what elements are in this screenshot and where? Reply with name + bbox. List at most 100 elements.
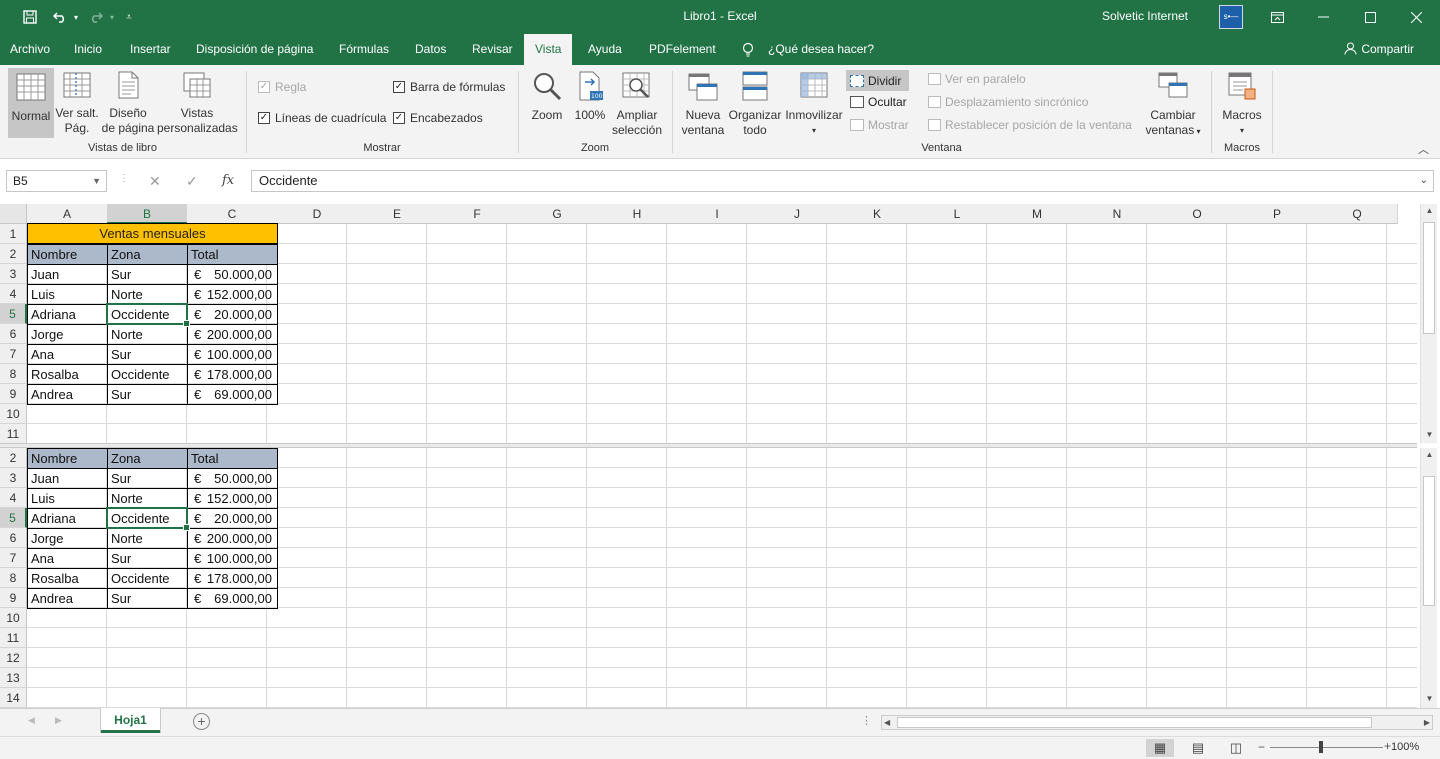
- table-header-cell[interactable]: Nombre: [27, 448, 108, 468]
- zone-cell[interactable]: Norte: [107, 528, 187, 548]
- scroll-thumb[interactable]: [897, 717, 1372, 728]
- total-cell[interactable]: €200.000,00: [187, 528, 278, 548]
- headings-checkbox[interactable]: ✓ Encabezados: [393, 111, 483, 125]
- name-cell[interactable]: Juan: [27, 468, 107, 488]
- drag-handle-icon[interactable]: ⋮: [119, 173, 129, 184]
- name-cell[interactable]: Ana: [27, 548, 107, 568]
- total-cell[interactable]: €100.000,00: [187, 344, 278, 364]
- column-header-m[interactable]: M: [997, 204, 1078, 224]
- macros-button[interactable]: Macros ▾: [1218, 70, 1266, 138]
- zone-cell[interactable]: Norte: [107, 324, 187, 344]
- split-button[interactable]: Dividir: [846, 70, 909, 91]
- scroll-thumb[interactable]: [1423, 476, 1435, 606]
- row-header-9[interactable]: 9: [0, 384, 27, 404]
- scroll-thumb[interactable]: [1423, 222, 1435, 334]
- zone-cell[interactable]: Sur: [107, 344, 187, 364]
- zone-cell[interactable]: Sur: [107, 264, 187, 284]
- row-header-4[interactable]: 4: [0, 284, 27, 304]
- bottom-vertical-scrollbar[interactable]: ▲ ▼: [1420, 448, 1437, 708]
- row-header-5[interactable]: 5: [0, 508, 27, 528]
- total-cell[interactable]: €50.000,00: [187, 264, 278, 284]
- name-cell[interactable]: Andrea: [27, 588, 107, 608]
- close-icon[interactable]: [1393, 0, 1439, 34]
- row-header-10[interactable]: 10: [0, 404, 27, 424]
- row-header-1[interactable]: 1: [0, 224, 27, 244]
- page-layout-button[interactable]: Diseño de página: [100, 70, 156, 136]
- enter-icon[interactable]: ✓: [186, 173, 198, 190]
- row-header-11[interactable]: 11: [0, 424, 27, 444]
- scroll-right-icon[interactable]: ▶: [1424, 716, 1430, 729]
- zoom-100-button[interactable]: 100 100%: [572, 70, 608, 123]
- tab-formulas[interactable]: Fórmulas: [337, 34, 391, 65]
- zoom-percentage[interactable]: 100%: [1391, 741, 1419, 753]
- total-cell[interactable]: €69.000,00: [187, 384, 278, 404]
- column-header-j[interactable]: J: [757, 204, 838, 224]
- table-header-cell[interactable]: Nombre: [27, 244, 108, 264]
- sync-scroll-button[interactable]: Desplazamiento sincrónico: [928, 95, 1088, 109]
- row-header-12[interactable]: 12: [0, 648, 27, 668]
- name-cell[interactable]: Andrea: [27, 384, 107, 404]
- maximize-icon[interactable]: [1347, 0, 1393, 34]
- hide-window-button[interactable]: Ocultar: [850, 95, 907, 109]
- zone-cell[interactable]: Occidente: [107, 364, 187, 384]
- page-break-status-icon[interactable]: ◫: [1222, 739, 1250, 757]
- zone-cell[interactable]: Sur: [107, 384, 187, 404]
- normal-view-status-icon[interactable]: ▦: [1146, 739, 1174, 757]
- column-header-h[interactable]: H: [597, 204, 678, 224]
- row-header-9[interactable]: 9: [0, 588, 27, 608]
- column-header-k[interactable]: K: [837, 204, 918, 224]
- name-cell[interactable]: Rosalba: [27, 568, 107, 588]
- zoom-slider-track[interactable]: [1270, 747, 1383, 748]
- unhide-window-button[interactable]: Mostrar: [850, 118, 909, 132]
- insert-function-icon[interactable]: fx: [222, 173, 234, 188]
- row-header-8[interactable]: 8: [0, 568, 27, 588]
- new-window-button[interactable]: Nueva ventana: [680, 70, 726, 138]
- column-header-l[interactable]: L: [917, 204, 998, 224]
- tab-insertar[interactable]: Insertar: [128, 34, 173, 65]
- name-cell[interactable]: Luis: [27, 284, 107, 304]
- name-cell[interactable]: Luis: [27, 488, 107, 508]
- zone-cell[interactable]: Sur: [107, 548, 187, 568]
- row-header-3[interactable]: 3: [0, 264, 27, 284]
- switch-windows-button[interactable]: Cambiar ventanas ▾: [1142, 70, 1204, 139]
- table-header-cell[interactable]: Total: [187, 448, 278, 468]
- column-header-e[interactable]: E: [357, 204, 438, 224]
- custom-views-button[interactable]: Vistas personalizadas: [157, 70, 238, 136]
- tab-pdfelement[interactable]: PDFelement: [647, 34, 718, 65]
- column-header-a[interactable]: A: [27, 204, 108, 224]
- column-header-i[interactable]: I: [677, 204, 758, 224]
- add-sheet-icon[interactable]: +: [193, 713, 210, 730]
- zone-cell[interactable]: Sur: [107, 588, 187, 608]
- name-cell[interactable]: Rosalba: [27, 364, 107, 384]
- normal-view-button[interactable]: Normal: [8, 68, 54, 138]
- total-cell[interactable]: €152.000,00: [187, 284, 278, 304]
- zone-cell[interactable]: Norte: [107, 488, 187, 508]
- formula-input[interactable]: Occidente ⌄: [251, 170, 1434, 192]
- expand-formula-bar-icon[interactable]: ⌄: [1420, 171, 1428, 191]
- row-header-10[interactable]: 10: [0, 608, 27, 628]
- row-header-2[interactable]: 2: [0, 448, 27, 468]
- total-cell[interactable]: €200.000,00: [187, 324, 278, 344]
- zoom-slider-thumb[interactable]: [1319, 741, 1323, 753]
- name-cell[interactable]: Ana: [27, 344, 107, 364]
- horizontal-scrollbar[interactable]: ◀ ▶: [881, 715, 1433, 730]
- row-header-5[interactable]: 5: [0, 304, 27, 324]
- share-button[interactable]: Compartir: [1344, 42, 1414, 56]
- scroll-down-icon[interactable]: ▼: [1421, 428, 1438, 442]
- total-cell[interactable]: €178.000,00: [187, 364, 278, 384]
- tab-inicio[interactable]: Inicio: [72, 34, 104, 65]
- chevron-down-icon[interactable]: ▼: [92, 171, 101, 191]
- row-header-4[interactable]: 4: [0, 488, 27, 508]
- total-cell[interactable]: €178.000,00: [187, 568, 278, 588]
- view-side-by-side-button[interactable]: Ver en paralelo: [928, 72, 1026, 86]
- zoom-button[interactable]: Zoom: [527, 70, 567, 123]
- avatar[interactable]: s•—: [1219, 5, 1243, 29]
- row-header-2[interactable]: 2: [0, 244, 27, 264]
- column-header-b[interactable]: B: [107, 204, 188, 224]
- total-cell[interactable]: €20.000,00: [187, 304, 278, 324]
- total-cell[interactable]: €20.000,00: [187, 508, 278, 528]
- tab-archivo[interactable]: Archivo: [8, 34, 52, 65]
- name-cell[interactable]: Jorge: [27, 324, 107, 344]
- zone-cell[interactable]: Occidente: [107, 568, 187, 588]
- ribbon-display-options-icon[interactable]: [1254, 0, 1300, 34]
